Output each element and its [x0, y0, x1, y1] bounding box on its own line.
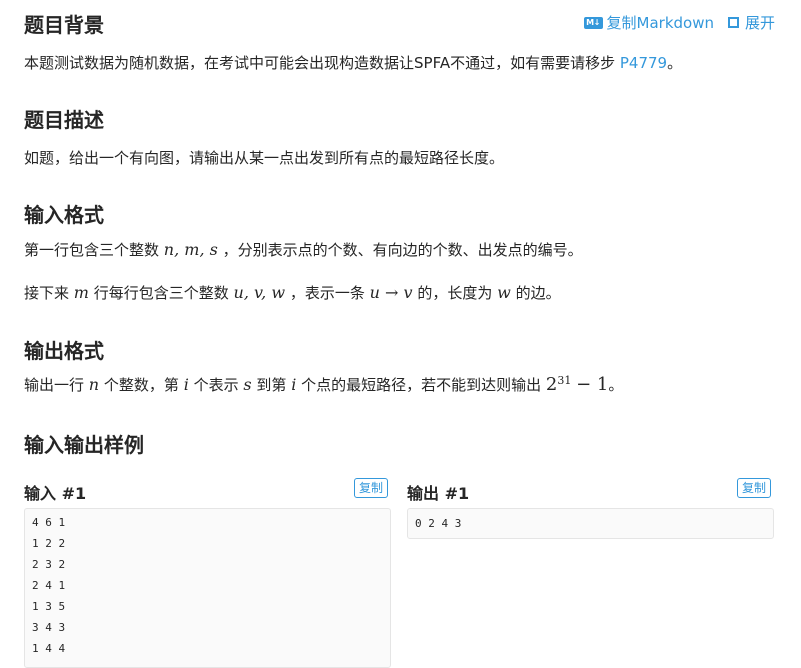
math-i: i — [183, 375, 189, 394]
samples-title: 输入输出样例 — [24, 433, 144, 457]
text: 行每行包含三个整数 — [93, 284, 229, 302]
sample-input-box[interactable]: 4 6 1 1 2 2 2 3 2 2 4 1 1 3 5 3 4 3 1 4 4 — [24, 508, 391, 668]
expand-icon — [727, 17, 739, 28]
copy-output-button[interactable]: 复制 — [737, 478, 772, 498]
math-i: i — [291, 375, 297, 394]
description-text: 如题，给出一个有向图，请输出从某一点出发到所有点的最短路径长度。 — [24, 149, 505, 167]
copy-markdown-button[interactable]: M↓ 复制Markdown — [583, 12, 714, 33]
text: 的边。 — [515, 284, 561, 302]
background-text: 本题测试数据为随机数据，在考试中可能会出现构造数据让SPFA不通过，如有需要请移… — [24, 52, 682, 73]
copy-input-button[interactable]: 复制 — [354, 478, 389, 498]
problem-link[interactable]: P4779 — [620, 54, 667, 72]
code-line: 0 2 4 3 — [415, 517, 462, 530]
code-line: 1 3 5 — [32, 600, 66, 613]
expand-button[interactable]: 展开 — [727, 12, 775, 33]
math-uvw: u, v, w — [233, 283, 286, 302]
markdown-icon: M↓ — [583, 16, 603, 29]
text: 接下来 — [24, 284, 70, 302]
code-line: 3 4 3 — [32, 621, 66, 634]
text: 个点的最短路径，若不能到达则输出 — [301, 376, 542, 394]
output-format-line: 输出一行 n 个整数，第 i 个表示 s 到第 i 个点的最短路径，若不能到达则… — [24, 374, 623, 395]
math-power-exp: 31 — [557, 374, 572, 387]
text: ，分别表示点的个数、有向边的个数、出发点的编号。 — [222, 241, 583, 259]
background-tail: 。 — [667, 54, 683, 72]
expand-label: 展开 — [744, 14, 775, 32]
text: 输出一行 — [24, 376, 85, 394]
text: ，表示一条 — [289, 284, 365, 302]
math-n: n — [88, 375, 100, 394]
math-m: m — [73, 283, 89, 302]
math-power-base: 2 — [545, 374, 558, 395]
math-s: s — [243, 375, 252, 394]
input-format-line2: 接下来 m 行每行包含三个整数 u, v, w ，表示一条 u → v 的，长度… — [24, 282, 561, 303]
header-actions: M↓ 复制Markdown 展开 — [583, 12, 775, 33]
sample-input-label: 输入 #1 — [24, 484, 87, 503]
math-nms: n, m, s — [163, 240, 218, 259]
input-format-title: 输入格式 — [24, 203, 104, 227]
code-line: 1 2 2 — [32, 537, 66, 550]
sample-output-label: 输出 #1 — [407, 484, 470, 503]
text: 。 — [608, 376, 624, 394]
copy-markdown-label: 复制Markdown — [606, 14, 714, 32]
background-title: 题目背景 — [24, 13, 104, 37]
sample-output-box[interactable]: 0 2 4 3 — [407, 508, 774, 539]
math-minus-one: − 1 — [576, 374, 609, 395]
description-title: 题目描述 — [24, 108, 104, 132]
code-line: 1 4 4 — [32, 642, 66, 655]
text: 的，长度为 — [417, 284, 493, 302]
input-format-line1: 第一行包含三个整数 n, m, s ，分别表示点的个数、有向边的个数、出发点的编… — [24, 239, 583, 260]
output-format-title: 输出格式 — [24, 339, 104, 363]
text: 个整数，第 — [103, 376, 179, 394]
text: 个表示 — [193, 376, 239, 394]
math-edge: u → v — [369, 283, 413, 302]
text: 第一行包含三个整数 — [24, 241, 160, 259]
text: 到第 — [256, 376, 287, 394]
code-line: 2 4 1 — [32, 579, 66, 592]
math-w: w — [497, 283, 511, 302]
background-body: 本题测试数据为随机数据，在考试中可能会出现构造数据让SPFA不通过，如有需要请移… — [24, 54, 616, 72]
code-line: 4 6 1 — [32, 516, 66, 529]
code-line: 2 3 2 — [32, 558, 66, 571]
